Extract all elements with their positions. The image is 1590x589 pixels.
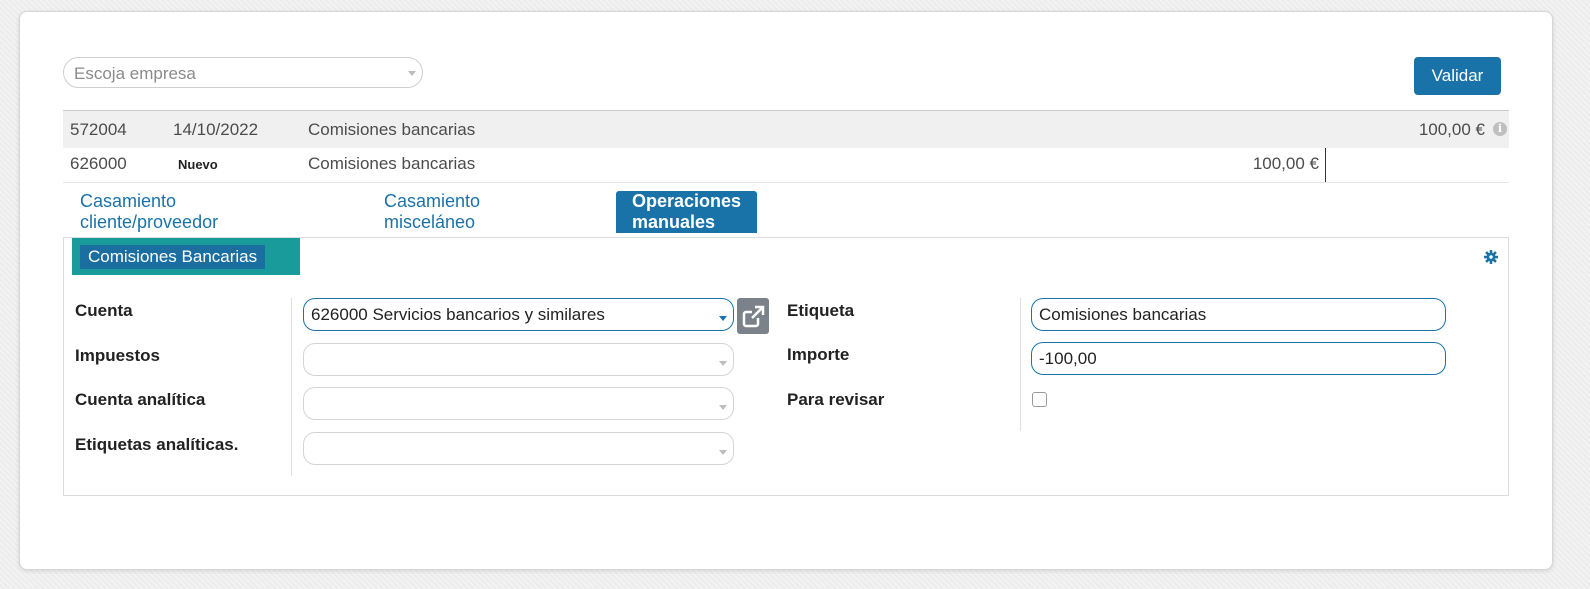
account-select[interactable]: 626000 Servicios bancarios y similares <box>303 298 734 331</box>
amount-input-value: -100,00 <box>1039 349 1097 368</box>
amount-input[interactable]: -100,00 <box>1031 342 1446 375</box>
tab-customer-vendor-matching[interactable]: Casamiento cliente/proveedor <box>80 191 218 233</box>
to-check-checkbox[interactable] <box>1032 392 1047 407</box>
line-debit: 100,00 € <box>1252 154 1319 173</box>
reconcile-model-button[interactable]: Comisiones Bancarias <box>72 238 300 275</box>
to-check-label: Para revisar <box>787 390 885 409</box>
analytic-account-select[interactable] <box>303 387 734 420</box>
line-credit: 100,00 € <box>1418 120 1485 139</box>
line-account: 626000 <box>70 154 127 173</box>
chevron-down-icon <box>719 316 727 321</box>
manual-operations-panel: Comisiones Bancarias Cuenta Impuestos Cu… <box>63 237 1509 496</box>
table-row[interactable]: 572004 14/10/2022 Comisiones bancarias 1… <box>63 110 1509 148</box>
company-select[interactable]: Escoja empresa <box>63 57 423 88</box>
label-field-label: Etiqueta <box>787 301 855 320</box>
reconciliation-card: Escoja empresa Validar 572004 14/10/2022… <box>19 11 1553 570</box>
tab-manual-operations[interactable]: Operaciones manuales <box>616 191 758 233</box>
tab-misc-matching[interactable]: Casamiento misceláneo <box>384 191 480 233</box>
column-divider <box>1020 298 1021 431</box>
taxes-label: Impuestos <box>75 346 161 365</box>
column-divider <box>291 298 292 476</box>
amount-label: Importe <box>787 345 850 364</box>
chevron-down-icon <box>719 450 727 455</box>
taxes-select[interactable] <box>303 343 734 376</box>
analytic-tags-select[interactable] <box>303 432 734 465</box>
line-date: 14/10/2022 <box>173 120 259 139</box>
account-label: Cuenta <box>75 301 133 320</box>
company-select-placeholder: Escoja empresa <box>74 64 196 83</box>
table-row[interactable]: 626000 Nuevo Comisiones bancarias 100,00… <box>63 148 1509 183</box>
info-icon[interactable]: i <box>1493 122 1507 136</box>
line-label: Comisiones bancarias <box>308 154 476 173</box>
new-badge: Nuevo <box>178 157 218 172</box>
validate-button[interactable]: Validar <box>1414 57 1501 95</box>
gear-icon[interactable] <box>1484 250 1498 264</box>
chevron-down-icon <box>408 71 416 76</box>
chevron-down-icon <box>719 405 727 410</box>
reconcile-model-label: Comisiones Bancarias <box>80 245 266 269</box>
label-input-value: Comisiones bancarias <box>1039 305 1207 324</box>
chevron-down-icon <box>719 361 727 366</box>
line-label: Comisiones bancarias <box>308 120 476 139</box>
label-input[interactable]: Comisiones bancarias <box>1031 298 1446 331</box>
external-link-icon <box>742 305 765 328</box>
statement-lines: 572004 14/10/2022 Comisiones bancarias 1… <box>63 110 1509 183</box>
external-link-button[interactable] <box>737 298 769 334</box>
analytic-tags-label: Etiquetas analíticas. <box>75 435 239 454</box>
line-account: 572004 <box>70 120 127 139</box>
analytic-account-label: Cuenta analítica <box>75 390 206 409</box>
account-value: 626000 Servicios bancarios y similares <box>311 305 605 324</box>
